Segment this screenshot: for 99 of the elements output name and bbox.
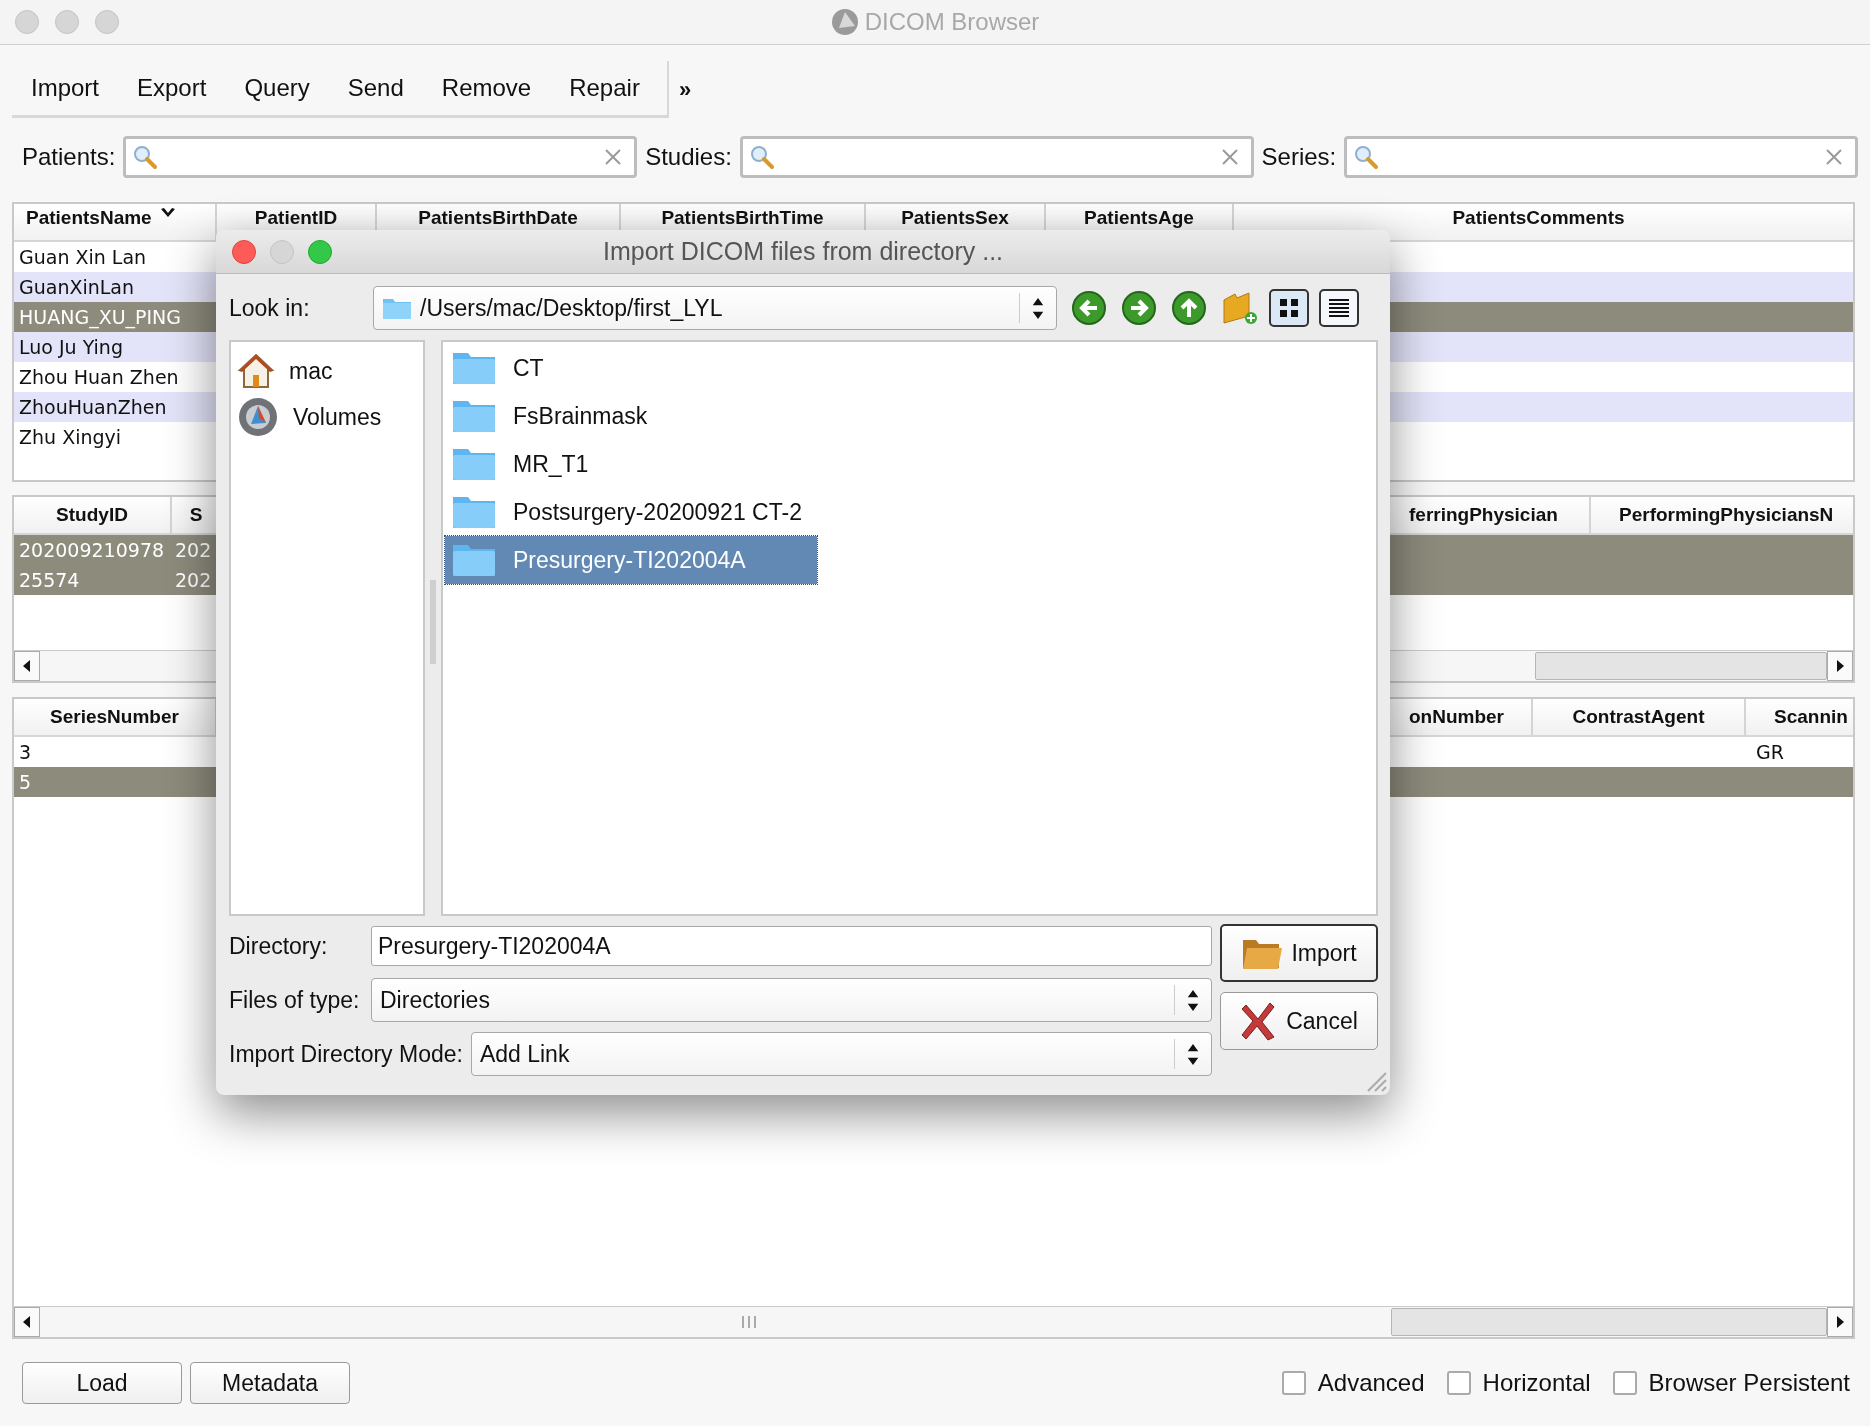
toolbar-button[interactable]: Import [12,74,118,102]
directory-field[interactable]: Presurgery-TI202004A [371,926,1212,966]
scrollbar-thumb[interactable] [1391,1308,1827,1336]
dialog-button[interactable]: Import [1220,924,1378,982]
checkbox-label: Horizontal [1482,1369,1591,1397]
column-header[interactable]: onNumber [1397,699,1533,735]
table-cell-text: 202009210978 [18,539,166,561]
folder-icon [451,350,497,386]
push-button[interactable]: Load [22,1362,182,1404]
folder-item[interactable]: CT [445,344,817,392]
table-cell-text: GuanXinLan [18,276,135,298]
search-label: Studies: [645,143,732,171]
search-field[interactable] [1344,136,1858,178]
search-icon [1353,144,1380,170]
window-title: DICOM Browser [864,8,1040,36]
app-icon [830,8,859,36]
look-in-label: Look in: [229,294,311,322]
checkbox-label: Browser Persistent [1648,1369,1850,1397]
table-cell-text: 5 [18,771,33,793]
directory-label: Directory: [229,932,329,960]
place-item[interactable]: Volumes [237,396,417,438]
table-cell-text: GR [1755,741,1785,763]
table-cell-text: ZhouHuanZhen [18,396,167,418]
checkbox[interactable] [1281,1371,1306,1395]
folder-icon [451,446,497,482]
back-icon[interactable] [1071,290,1107,326]
scroll-right-icon[interactable] [1827,1307,1853,1337]
column-header[interactable]: ferringPhysician [1397,497,1591,533]
place-item[interactable]: mac [237,350,417,392]
column-header[interactable]: StudyID [14,497,172,533]
column-header[interactable]: PerformingPhysiciansN [1591,497,1853,533]
scrollbar-thumb[interactable] [1535,652,1827,680]
zoom-button[interactable] [95,10,119,34]
grip-icon [740,1315,758,1329]
toolbar-button[interactable]: Query [225,74,329,102]
scroll-left-icon[interactable] [14,1307,40,1337]
table-cell-text: 202 [174,569,213,591]
minimize-button[interactable] [270,239,294,264]
close-button[interactable] [15,10,39,34]
scroll-left-icon[interactable] [14,651,40,681]
checkbox[interactable] [1612,1371,1637,1395]
folder-item[interactable]: MR_T1 [445,440,817,488]
clear-icon[interactable] [604,148,623,166]
search-icon [132,144,159,170]
toolbar-button[interactable]: Repair [550,74,659,102]
clear-icon[interactable] [1825,148,1843,166]
grid-view-icon[interactable] [1269,289,1309,327]
folder-icon [451,494,497,530]
search-icon [748,144,775,170]
clear-icon[interactable] [1220,148,1239,166]
column-header[interactable]: ContrastAgent [1533,699,1746,735]
search-field[interactable] [123,136,638,178]
scrollbar[interactable] [14,1306,1853,1337]
sort-icon [159,207,176,219]
column-header[interactable]: PatientsComments [1234,204,1843,240]
spinner-icon [1187,989,1199,1011]
table-cell-text: Luo Ju Ying [18,336,123,358]
push-button[interactable]: Metadata [190,1362,350,1404]
table-cell-text: 3 [18,741,33,763]
folder-item[interactable]: Presurgery-TI202004A [445,536,817,584]
look-in-dropdown[interactable]: /Users/mac/Desktop/first_LYL [373,286,1057,330]
search-field[interactable] [739,136,1254,178]
file-type-label: Files of type: [229,986,361,1014]
scroll-right-icon[interactable] [1827,651,1853,681]
zoom-button[interactable] [308,239,332,264]
toolbar-button[interactable]: Send [328,74,423,102]
close-button[interactable] [232,239,256,264]
table-cell-text: 25574 [18,569,81,591]
folder-icon [451,398,497,434]
splitter-handle[interactable] [429,580,437,664]
folder-item[interactable]: FsBrainmask [445,392,817,440]
spinner-icon [1187,1043,1199,1065]
toolbar-button[interactable]: Remove [422,74,551,102]
checkbox-label: Advanced [1317,1369,1425,1397]
mode-dropdown[interactable]: Add Link [470,1032,1212,1076]
new-folder-icon[interactable] [1221,290,1259,326]
folder-item[interactable]: Postsurgery-20200921 CT-2 [445,488,817,536]
toolbar-button[interactable]: Export [118,74,226,102]
file-type-dropdown[interactable]: Directories [371,978,1212,1022]
search-label: Series: [1261,143,1337,171]
up-icon[interactable] [1171,290,1207,326]
disk-icon [237,396,279,438]
table-cell-text: Zhu Xingyi [18,426,122,448]
search-label: Patients: [22,143,116,171]
list-view-icon[interactable] [1319,289,1359,327]
house-icon [237,352,275,390]
spinner-icon [1032,297,1044,319]
dialog-button[interactable]: Cancel [1220,992,1378,1050]
column-header[interactable]: Scannin [1746,699,1853,735]
dialog-title: Import DICOM files from directory ... [602,237,1004,266]
forward-icon[interactable] [1121,290,1157,326]
mode-label: Import Directory Mode: [229,1040,463,1068]
minimize-button[interactable] [55,10,79,34]
folder-icon [382,296,412,320]
checkbox[interactable] [1446,1371,1471,1395]
table-cell-text: 202 [174,539,213,561]
overflow-button[interactable]: » [678,76,692,103]
table-cell-text: HUANG_XU_PING [18,306,182,328]
folder-icon [451,542,497,578]
